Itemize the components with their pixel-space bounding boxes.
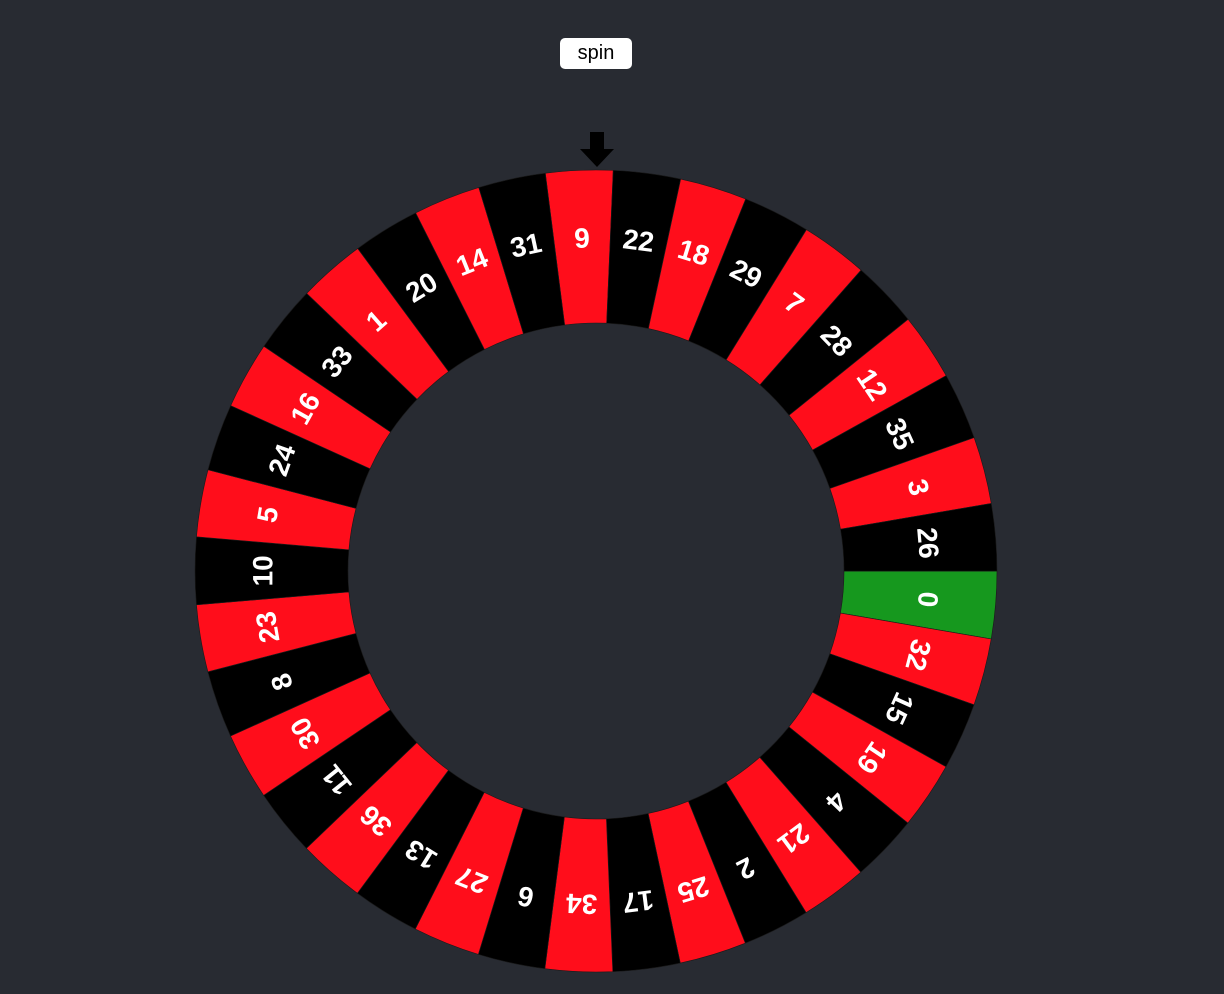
pocket-label: 26 bbox=[911, 526, 945, 560]
pocket-label: 10 bbox=[247, 555, 278, 586]
pocket-label: 22 bbox=[621, 223, 656, 258]
pocket-label: 17 bbox=[621, 884, 656, 919]
pocket-label: 34 bbox=[565, 888, 598, 920]
pocket-label: 9 bbox=[574, 222, 591, 254]
pocket-label: 31 bbox=[508, 227, 545, 264]
pocket-label: 23 bbox=[250, 609, 286, 645]
down-arrow-icon bbox=[580, 132, 614, 167]
wheel-segments: 9 22 1829728123532603215194212251734627133… bbox=[194, 169, 998, 973]
pocket-label: 0 bbox=[912, 590, 944, 608]
roulette-wheel: 9 22 1829728123532603215194212251734627133… bbox=[194, 132, 998, 973]
